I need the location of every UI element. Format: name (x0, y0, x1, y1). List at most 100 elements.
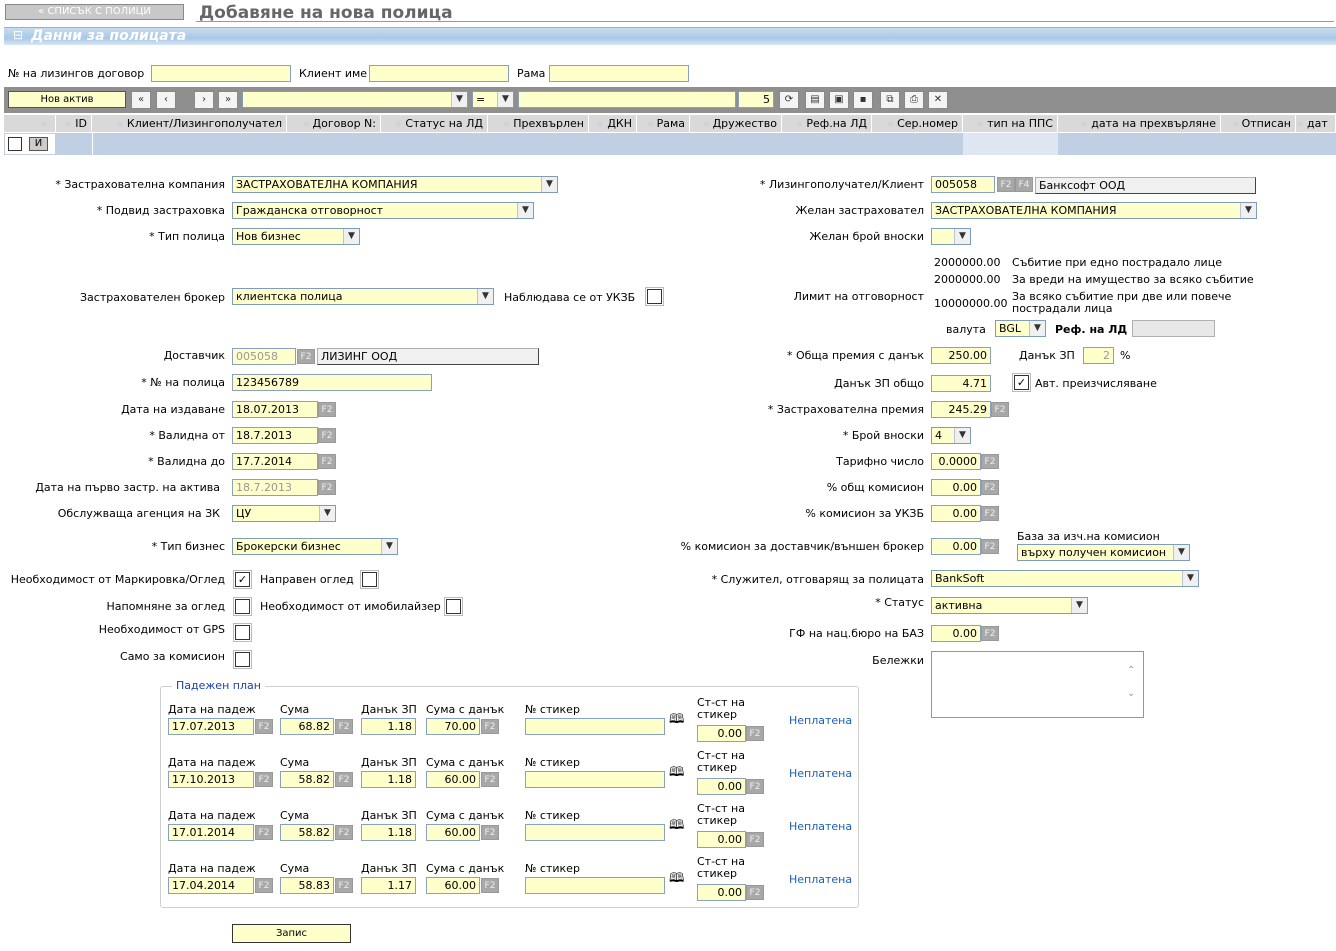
sticker-value-f2-button[interactable]: F2 (746, 832, 764, 847)
grid-col-written-off[interactable]: Отписан (1221, 115, 1296, 132)
valid-from-input[interactable]: 18.7.2013 (232, 427, 318, 444)
supplier-code-input[interactable]: 005058 (232, 348, 296, 365)
supplier-f2-button[interactable]: F2 (297, 349, 315, 364)
grid-col-company[interactable]: Дружество (690, 115, 782, 132)
sum-input[interactable]: 58.83 (280, 877, 334, 894)
sticker-value-input[interactable]: 0.00 (697, 884, 746, 901)
gf-input[interactable]: 0.00 (931, 625, 981, 642)
grid-col-vehicle-type[interactable]: тип на ППС (963, 115, 1058, 132)
commission-base-select[interactable]: върху получен комисион ▼ (1017, 544, 1190, 561)
sticker-book-icon[interactable]: 🕮 (669, 819, 684, 832)
operator-select[interactable]: = ▼ (472, 91, 514, 108)
sum-with-tax-f2-button[interactable]: F2 (481, 825, 499, 840)
ukzb-commission-f2-button[interactable]: F2 (981, 506, 999, 521)
tax-input[interactable]: 1.17 (361, 877, 416, 894)
first-page-icon[interactable]: « (131, 91, 151, 109)
first-ins-f2-button[interactable]: F2 (318, 480, 336, 495)
filter-value-input[interactable] (518, 91, 736, 108)
notes-textarea[interactable] (931, 651, 1144, 718)
grid-select-all-checkbox[interactable] (8, 137, 22, 151)
sticker-book-icon[interactable]: 🕮 (669, 713, 684, 726)
last-page-icon[interactable]: » (218, 91, 238, 109)
supplier-commission-f2-button[interactable]: F2 (981, 539, 999, 554)
sticker-value-f2-button[interactable]: F2 (746, 885, 764, 900)
payment-status-link[interactable]: Неплатена (789, 714, 852, 727)
print-icon[interactable]: ⎙ (904, 91, 924, 109)
prev-page-icon[interactable]: ‹ (156, 91, 176, 109)
lessee-code-input[interactable]: 005058 (931, 176, 995, 193)
sum-with-tax-input[interactable]: 60.00 (426, 824, 480, 841)
due-date-input[interactable]: 17.04.2014 (168, 877, 254, 894)
total-commission-input[interactable]: 0.00 (931, 479, 981, 496)
policy-type-select[interactable]: Нов бизнес ▼ (232, 228, 360, 245)
valid-to-f2-button[interactable]: F2 (318, 454, 336, 469)
total-commission-f2-button[interactable]: F2 (981, 480, 999, 495)
grid-col-date[interactable]: дат (1296, 115, 1336, 132)
due-date-f2-button[interactable]: F2 (255, 878, 273, 893)
columns-icon[interactable]: ▤ (805, 91, 825, 109)
tax-input[interactable]: 1.18 (361, 771, 416, 788)
reminder-checkbox[interactable] (233, 597, 252, 616)
due-date-f2-button[interactable]: F2 (255, 825, 273, 840)
due-date-input[interactable]: 17.07.2013 (168, 718, 254, 735)
sum-f2-button[interactable]: F2 (335, 772, 353, 787)
sum-with-tax-f2-button[interactable]: F2 (481, 878, 499, 893)
grid-col-transfer-date[interactable]: дата на прехвърляне (1058, 115, 1221, 132)
ukzb-commission-input[interactable]: 0.00 (931, 505, 981, 522)
due-date-f2-button[interactable]: F2 (255, 772, 273, 787)
sticker-no-input[interactable] (525, 824, 665, 841)
grid-col-transferred[interactable]: Прехвърлен (488, 115, 589, 132)
inspection-done-checkbox[interactable] (360, 570, 379, 589)
sum-with-tax-f2-button[interactable]: F2 (481, 719, 499, 734)
sum-f2-button[interactable]: F2 (335, 719, 353, 734)
currency-select[interactable]: BGL ▼ (995, 320, 1046, 337)
grid-col-dkn[interactable]: ДКН (589, 115, 637, 132)
sticker-value-input[interactable]: 0.00 (697, 831, 746, 848)
sum-input[interactable]: 68.82 (280, 718, 334, 735)
installments-select[interactable]: 4 ▼ (931, 427, 971, 444)
sum-f2-button[interactable]: F2 (335, 825, 353, 840)
first-ins-input[interactable]: 18.7.2013 (232, 479, 318, 496)
broker-select[interactable]: клиентска полица ▼ (232, 288, 494, 305)
status-select[interactable]: активна ▼ (931, 597, 1088, 614)
grid-col-id[interactable]: ID (56, 115, 92, 132)
sticker-book-icon[interactable]: 🕮 (669, 766, 684, 779)
marking-checkbox[interactable]: ✓ (233, 570, 252, 589)
frame-input[interactable] (549, 65, 689, 82)
valid-from-f2-button[interactable]: F2 (318, 428, 336, 443)
image-icon[interactable]: ▣ (829, 91, 849, 109)
due-date-f2-button[interactable]: F2 (255, 719, 273, 734)
desired-insurer-select[interactable]: ЗАСТРАХОВАТЕЛНА КОМПАНИЯ ▼ (931, 202, 1257, 219)
tax-input[interactable]: 1.18 (361, 718, 416, 735)
employee-select[interactable]: BankSoft ▼ (931, 570, 1199, 587)
tariff-input[interactable]: 0.0000 (931, 453, 981, 470)
grid-col-ref[interactable]: Реф.на ЛД (782, 115, 872, 132)
grid-col-frame[interactable]: Рама (637, 115, 690, 132)
collapse-icon[interactable]: ⊟ (13, 28, 23, 42)
lessee-f2-button[interactable]: F2 (997, 177, 1015, 192)
valid-to-input[interactable]: 17.7.2014 (232, 453, 318, 470)
notes-scroll-down-icon[interactable]: ⌄ (1127, 688, 1135, 699)
sticker-value-f2-button[interactable]: F2 (746, 726, 764, 741)
gps-checkbox[interactable] (233, 623, 252, 642)
client-name-input[interactable] (369, 65, 509, 82)
payment-status-link[interactable]: Неплатена (789, 873, 852, 886)
tariff-f2-button[interactable]: F2 (981, 454, 999, 469)
grid-insert-button[interactable]: И (29, 137, 48, 151)
tax-pct-input[interactable]: 2 (1083, 347, 1114, 364)
issue-date-input[interactable]: 18.07.2013 (232, 401, 318, 418)
sum-with-tax-input[interactable]: 60.00 (426, 771, 480, 788)
issue-date-f2-button[interactable]: F2 (318, 402, 336, 417)
agency-select[interactable]: ЦУ ▼ (232, 505, 336, 522)
new-asset-button[interactable]: Нов актив (8, 91, 126, 108)
refresh-icon[interactable]: ⟳ (779, 91, 799, 109)
sticker-value-input[interactable]: 0.00 (697, 778, 746, 795)
policy-no-input[interactable]: 123456789 (232, 374, 432, 391)
grid-col-status[interactable]: Статус на ЛД (381, 115, 488, 132)
immobilizer-checkbox[interactable] (444, 597, 463, 616)
tax-input[interactable]: 1.18 (361, 824, 416, 841)
ins-company-select[interactable]: ЗАСТРАХОВАТЕЛНА КОМПАНИЯ ▼ (232, 176, 558, 193)
commission-only-checkbox[interactable] (233, 650, 252, 669)
ins-premium-input[interactable]: 245.29 (931, 401, 991, 418)
delete-icon[interactable]: ✕ (928, 91, 948, 109)
